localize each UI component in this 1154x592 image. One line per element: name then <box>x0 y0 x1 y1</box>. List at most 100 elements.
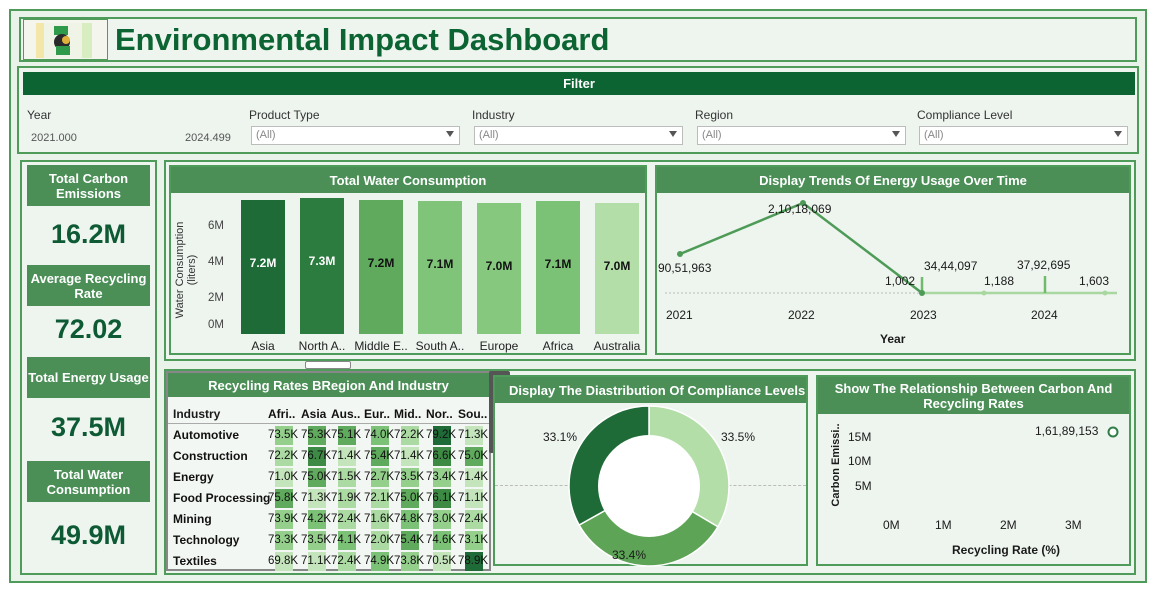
water-bar-value: 7.1M <box>426 257 454 271</box>
recycling-table-cell: 75.8K <box>268 492 299 504</box>
energy-point[interactable] <box>919 290 925 296</box>
recycling-table-cell: 75.0K <box>301 471 332 483</box>
energy-chart-title: Display Trends Of Energy Usage Over Time <box>657 167 1129 193</box>
chevron-down-icon <box>446 131 454 137</box>
chevron-down-icon <box>892 131 900 137</box>
energy-line-chart <box>665 200 1117 296</box>
recycling-table-cell: 71.9K <box>331 492 362 504</box>
recycling-table-cell: 73.5K <box>301 534 332 546</box>
energy-xtick: 2024 <box>1031 308 1058 322</box>
recycling-table-cell: 73.0K <box>426 513 457 525</box>
scatter-ytick: 5M <box>855 479 872 493</box>
recycling-table-row-header: Industry <box>173 407 221 421</box>
industry-label: Industry <box>472 108 515 122</box>
recycling-table-cell: 74.0K <box>364 429 395 441</box>
donut-hole <box>598 435 700 537</box>
recycling-table-column-header[interactable]: Sou.. <box>458 407 487 421</box>
recycling-table-column-header[interactable]: Aus.. <box>331 407 360 421</box>
recycling-table-cell: 71.4K <box>331 450 362 462</box>
region-select[interactable]: (All) <box>697 126 906 145</box>
scatter-xlabel: Recycling Rate (%) <box>952 543 1061 557</box>
product-type-select[interactable]: (All) <box>251 126 460 145</box>
recycling-table-cell: 74.2K <box>301 513 332 525</box>
recycling-table-row-label: Automotive <box>173 428 239 442</box>
product-type-label: Product Type <box>249 108 320 122</box>
recycling-table-cell: 73.8K <box>394 555 425 567</box>
scatter-ytick: 10M <box>848 454 872 468</box>
water-bar-value: 7.3M <box>308 254 336 268</box>
energy-point[interactable] <box>981 290 987 296</box>
recycling-table-cell: 75.1K <box>331 429 362 441</box>
recycling-table-cell: 75.0K <box>458 450 489 462</box>
year-max-value[interactable]: 2024.499 <box>185 132 231 144</box>
recycling-table-cell: 71.1K <box>458 492 489 504</box>
recycling-table-cell: 78.9K <box>458 555 489 567</box>
water-bar-value: 7.2M <box>249 256 277 270</box>
recycling-table-cell: 75.4K <box>364 450 395 462</box>
kpi-water-label: Total Water Consumption <box>27 461 150 502</box>
scatter-xtick: 0M <box>883 518 900 532</box>
scatter-xtick: 3M <box>1065 518 1082 532</box>
water-bar-category: Asia <box>251 339 275 353</box>
recycling-table-cell: 74.6K <box>426 534 457 546</box>
recycling-table-cell: 75.4K <box>394 534 425 546</box>
energy-xlabel: Year <box>880 332 906 346</box>
water-chart-ytick: 4M <box>208 256 224 268</box>
energy-point[interactable] <box>677 251 683 257</box>
recycling-table-column-header[interactable]: Mid.. <box>394 407 421 421</box>
water-bar-category: South A.. <box>415 339 465 353</box>
year-min-value[interactable]: 2021.000 <box>31 132 77 144</box>
page-title: Environmental Impact Dashboard <box>115 22 610 57</box>
recycling-table-row-label: Technology <box>173 533 240 547</box>
scatter-point[interactable] <box>1107 426 1119 438</box>
water-bar-category: Africa <box>542 339 574 353</box>
recycling-table-cell: 75.0K <box>394 492 425 504</box>
energy-point-label: 90,51,963 <box>658 261 712 275</box>
recycling-table-cell: 73.5K <box>394 471 425 483</box>
recycling-table-cell: 74.8K <box>394 513 425 525</box>
water-bar-category: Europe <box>479 339 519 353</box>
recycling-table-cell: 70.5K <box>426 555 457 567</box>
recycling-table-column-header[interactable]: Eur.. <box>364 407 390 421</box>
recycling-table-cell: 72.7K <box>364 471 395 483</box>
scatter-point-svg <box>1107 426 1119 438</box>
recycling-table-cell: 76.1K <box>426 492 457 504</box>
product-type-value: (All) <box>256 129 276 141</box>
recycling-table-cell: 72.4K <box>331 555 362 567</box>
compliance-level-value: (All) <box>924 129 944 141</box>
table-divider <box>168 423 489 424</box>
compliance-slice-label: 33.1% <box>543 430 578 444</box>
compliance-level-select[interactable]: (All) <box>919 126 1128 145</box>
recycling-table-row-label: Food Processing <box>173 491 271 505</box>
kpi-recycling-label: Average Recycling Rate <box>27 265 150 306</box>
energy-point-label: 37,92,695 <box>1017 258 1071 272</box>
recycling-table-row-label: Energy <box>173 470 214 484</box>
water-chart-ytick: 6M <box>208 220 224 232</box>
industry-select[interactable]: (All) <box>474 126 683 145</box>
recycling-table-cell: 71.3K <box>458 429 489 441</box>
kpi-water-value: 49.9M <box>50 520 127 550</box>
recycling-table-column-header[interactable]: Afri.. <box>268 407 295 421</box>
water-bar-category: Australia <box>593 339 641 353</box>
recycling-table-cell: 74.9K <box>364 555 395 567</box>
energy-point-label: 1,603 <box>1079 274 1110 288</box>
recycling-table-cell: 76.7K <box>301 450 332 462</box>
recycling-table-row-label: Construction <box>173 449 248 463</box>
resize-handle[interactable] <box>305 361 351 369</box>
recycling-table-cell: 73.4K <box>426 471 457 483</box>
recycling-table-cell: 71.6K <box>364 513 395 525</box>
scatter-ytick: 15M <box>848 430 872 444</box>
recycling-table-column-header[interactable]: Asia <box>301 407 326 421</box>
chevron-down-icon <box>669 131 677 137</box>
industry-value: (All) <box>479 129 499 141</box>
recycling-table-cell: 71.3K <box>301 492 332 504</box>
recycling-table-cell: 73.5K <box>268 429 299 441</box>
recycling-table-cell: 72.2K <box>394 429 425 441</box>
water-bar-value: 7.1M <box>544 257 572 271</box>
compliance-slice-label: 33.5% <box>721 430 756 444</box>
energy-point[interactable] <box>1102 290 1108 296</box>
recycling-table-cell: 71.5K <box>331 471 362 483</box>
recycling-table-column-header[interactable]: Nor.. <box>426 407 453 421</box>
recycling-table-row-label: Mining <box>173 512 212 526</box>
recycling-table-cell: 72.0K <box>364 534 395 546</box>
